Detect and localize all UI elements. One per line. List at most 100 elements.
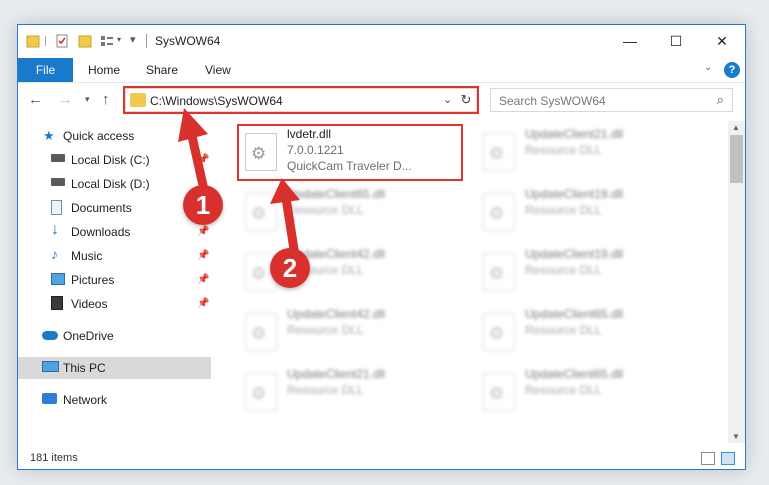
title-divider (146, 34, 147, 48)
sidebar-item-this-pc[interactable]: This PC (18, 357, 211, 379)
file-tile[interactable]: ⚙ UpdateClient19.dll Resource DLL (477, 183, 707, 237)
search-input[interactable]: Search SysWOW64 ⌕ (490, 88, 733, 112)
sidebar-item-network[interactable]: Network (18, 389, 211, 411)
status-bar: 181 items (18, 449, 745, 469)
download-icon: ↓ (51, 221, 59, 238)
tab-share[interactable]: Share (146, 63, 178, 77)
file-tile[interactable]: ⚙ UpdateClient65.dll Resource DLL (477, 303, 707, 357)
navigation-bar: ← → ▾ ↑ C:\Windows\SysWOW64 ⌄ ↻ Search S… (18, 85, 745, 117)
sidebar-item-pictures[interactable]: Pictures 📌 (18, 269, 211, 291)
file-type: Resource DLL (525, 263, 602, 277)
sidebar-item-label: Downloads (71, 225, 131, 239)
sidebar-item-label: This PC (63, 361, 106, 375)
sidebar-item-label: Music (71, 249, 103, 263)
search-placeholder: Search SysWOW64 (499, 94, 606, 108)
dll-file-icon: ⚙ (483, 133, 515, 171)
tab-file[interactable]: File (18, 58, 73, 82)
dll-file-icon: ⚙ (483, 253, 515, 291)
dll-file-icon: ⚙ (483, 313, 515, 351)
folder-icon[interactable] (26, 34, 40, 48)
forward-arrow-icon[interactable]: → (58, 91, 73, 108)
documents-icon (51, 200, 62, 215)
file-type: Resource DLL (525, 203, 602, 217)
file-type: Resource DLL (525, 383, 602, 397)
properties-icon[interactable] (55, 34, 69, 48)
drive-icon (51, 154, 65, 162)
file-tile[interactable]: ⚙ UpdateClient19.dll Resource DLL (477, 243, 707, 297)
sidebar-item-label: Quick access (63, 129, 135, 143)
scroll-up-icon[interactable]: ▲ (732, 123, 740, 132)
music-icon: ♪ (51, 246, 58, 262)
minimize-button[interactable]: — (607, 25, 653, 57)
file-tile[interactable]: ⚙ UpdateClient21.dll Resource DLL (239, 363, 469, 417)
file-type: Resource DLL (525, 323, 602, 337)
videos-icon (51, 296, 63, 310)
sidebar-item-label: OneDrive (63, 329, 114, 343)
item-count: 181 items (30, 452, 78, 464)
scroll-down-icon[interactable]: ▼ (732, 432, 740, 441)
pictures-icon (51, 273, 65, 285)
sidebar-item-label: Network (63, 393, 108, 407)
dll-file-icon: ⚙ (483, 373, 515, 411)
file-name: UpdateClient19.dll (525, 247, 624, 261)
dll-file-icon: ⚙ (245, 313, 277, 351)
view-options-icon[interactable] (100, 34, 114, 48)
details-view-icon[interactable] (701, 452, 715, 465)
chevron-down-icon[interactable]: ▾ (117, 35, 121, 44)
sidebar-item-downloads[interactable]: ↓ Downloads 📌 (18, 221, 211, 243)
pin-icon[interactable]: 📌 (197, 250, 209, 261)
sidebar-item-label: Pictures (71, 273, 115, 287)
help-icon[interactable]: ? (724, 62, 740, 78)
up-arrow-icon[interactable]: ↑ (102, 91, 110, 108)
file-explorer-window: ▾ ▾ SysWOW64 — ☐ ✕ File Home Share View … (17, 24, 746, 470)
tab-view[interactable]: View (205, 63, 231, 77)
divider (45, 36, 46, 46)
file-name: UpdateClient65.dll (525, 367, 624, 381)
sidebar-item-label: Videos (71, 297, 108, 311)
pin-icon[interactable]: 📌 (197, 226, 209, 237)
file-type: Resource DLL (287, 323, 364, 337)
title-bar: ▾ ▾ SysWOW64 — ☐ ✕ (18, 25, 745, 57)
customize-toolbar-icon[interactable]: ▾ (130, 33, 136, 46)
sidebar-item-label: Local Disk (D:) (71, 177, 150, 191)
tab-home[interactable]: Home (88, 63, 120, 77)
file-highlight-box (237, 124, 463, 181)
tiles-view-icon[interactable] (721, 452, 735, 465)
close-button[interactable]: ✕ (699, 25, 745, 57)
file-name: UpdateClient21.dll (287, 367, 386, 381)
file-tile[interactable]: ⚙ UpdateClient65.dll Resource DLL (477, 363, 707, 417)
maximize-button[interactable]: ☐ (653, 25, 699, 57)
drive-icon (51, 178, 65, 186)
pin-icon[interactable]: 📌 (197, 274, 209, 285)
step-badge-2: 2 (270, 248, 310, 288)
file-tile[interactable]: ⚙ UpdateClient42.dll Resource DLL (239, 303, 469, 357)
expand-ribbon-icon[interactable]: ⌄ (704, 62, 712, 73)
dll-file-icon: ⚙ (245, 373, 277, 411)
pin-icon[interactable]: 📌 (197, 298, 209, 309)
file-tile[interactable]: ⚙ UpdateClient21.dll Resource DLL (477, 123, 707, 177)
window-title: SysWOW64 (155, 34, 221, 48)
dll-file-icon: ⚙ (483, 193, 515, 231)
sidebar-item-music[interactable]: ♪ Music 📌 (18, 245, 211, 267)
sidebar-item-onedrive[interactable]: OneDrive (18, 325, 211, 347)
back-arrow-icon[interactable]: ← (28, 91, 43, 108)
scroll-thumb[interactable] (730, 135, 743, 183)
sidebar-item-label: Local Disk (C:) (71, 153, 150, 167)
search-icon[interactable]: ⌕ (717, 92, 724, 108)
file-name: UpdateClient21.dll (525, 127, 624, 141)
ribbon-tabs: File Home Share View ⌄ ? (18, 57, 745, 83)
recent-locations-icon[interactable]: ▾ (85, 94, 90, 105)
file-name: UpdateClient42.dll (287, 307, 386, 321)
sidebar-item-videos[interactable]: Videos 📌 (18, 293, 211, 315)
star-icon: ★ (43, 128, 55, 143)
file-type: Resource DLL (287, 383, 364, 397)
sidebar-item-label: Documents (71, 201, 132, 215)
computer-icon (42, 361, 59, 372)
new-folder-icon[interactable] (78, 34, 92, 48)
vertical-scrollbar[interactable]: ▲ ▼ (728, 121, 745, 443)
cloud-icon (42, 331, 58, 340)
network-icon (42, 393, 57, 404)
file-type: Resource DLL (525, 143, 602, 157)
file-name: UpdateClient19.dll (525, 187, 624, 201)
step-badge-1: 1 (183, 185, 223, 225)
